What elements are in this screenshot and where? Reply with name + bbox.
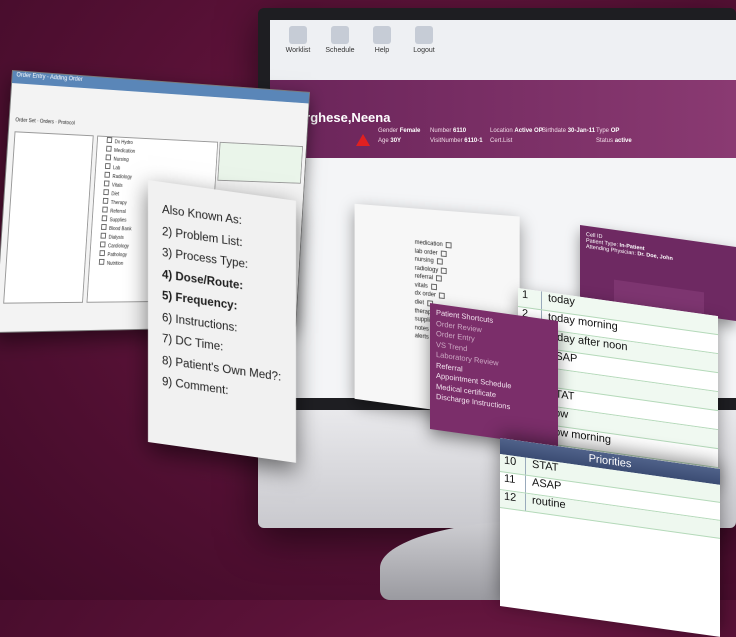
patient-type: Type OP <box>596 128 619 134</box>
visit-label: VisitNumber <box>430 138 463 144</box>
toolbar-button-help[interactable]: Help <box>360 26 404 54</box>
toolbar-label: Help <box>374 47 390 54</box>
status-value: active <box>614 138 632 144</box>
patient-cert-list: Cert.List <box>490 138 512 144</box>
toolbar-label: Schedule <box>325 47 355 54</box>
cert-label: Cert.List <box>490 138 513 144</box>
patient-location: Location Active OP <box>490 128 543 134</box>
main-toolbar: Worklist Schedule Help Logout <box>270 20 736 81</box>
order-tree-pane[interactable] <box>3 131 94 304</box>
row-number: 12 <box>500 490 526 511</box>
number-label: Number <box>430 128 452 134</box>
visit-value: 6110-1 <box>464 138 483 144</box>
birthdate-label: Birthdate <box>542 128 567 134</box>
toolbar-button-logout[interactable]: Logout <box>402 26 446 54</box>
location-label: Location <box>490 128 513 134</box>
type-value: OP <box>610 128 620 134</box>
gender-label: Gender <box>378 128 399 134</box>
gender-value: Female <box>399 128 421 134</box>
worklist-icon <box>289 26 307 44</box>
toolbar-label: Logout <box>413 47 435 54</box>
order-grid[interactable] <box>217 141 304 184</box>
order-field-list: Also Known As: 2) Problem List: 3) Proce… <box>148 180 296 463</box>
schedule-icon <box>331 26 349 44</box>
order-tabs: Order Set · Orders · Protocol <box>15 117 75 127</box>
age-value: 30Y <box>390 138 402 144</box>
age-label: Age <box>378 138 389 144</box>
toolbar-button-worklist[interactable]: Worklist <box>276 26 320 54</box>
number-value: 6110 <box>453 128 467 134</box>
birthdate-value: 30-Jan-11 <box>567 128 596 134</box>
patient-number: Number 6110 <box>430 128 466 134</box>
tab-order-set[interactable]: Order Set <box>15 117 36 124</box>
toolbar-button-schedule[interactable]: Schedule <box>318 26 362 54</box>
logout-icon <box>415 26 433 44</box>
alert-warning-icon[interactable] <box>356 134 370 146</box>
patient-visit: VisitNumber 6110-1 <box>430 138 483 144</box>
patient-age: Age 30Y <box>378 138 401 144</box>
patient-gender: Gender Female <box>378 128 420 134</box>
type-label: Type <box>596 128 610 134</box>
patient-banner: Varghese,Neena Gender Female Age 30Y Num… <box>270 80 736 158</box>
tab-orders[interactable]: Orders <box>40 119 55 126</box>
tab-protocol[interactable]: Protocol <box>58 120 75 127</box>
priorities-table: Priorities 10 STAT 11 ASAP 12 routine <box>500 438 720 637</box>
status-label: Status <box>596 138 614 144</box>
row-number: 1 <box>518 288 542 310</box>
location-value: Active OP <box>514 128 543 134</box>
patient-birthdate: Birthdate 30-Jan-11 <box>542 128 595 134</box>
patient-status: Status active <box>596 138 632 144</box>
patient-shortcuts-menu: Patient Shortcuts Order Review Order Ent… <box>430 303 558 447</box>
help-icon <box>373 26 391 44</box>
toolbar-label: Worklist <box>285 47 311 54</box>
